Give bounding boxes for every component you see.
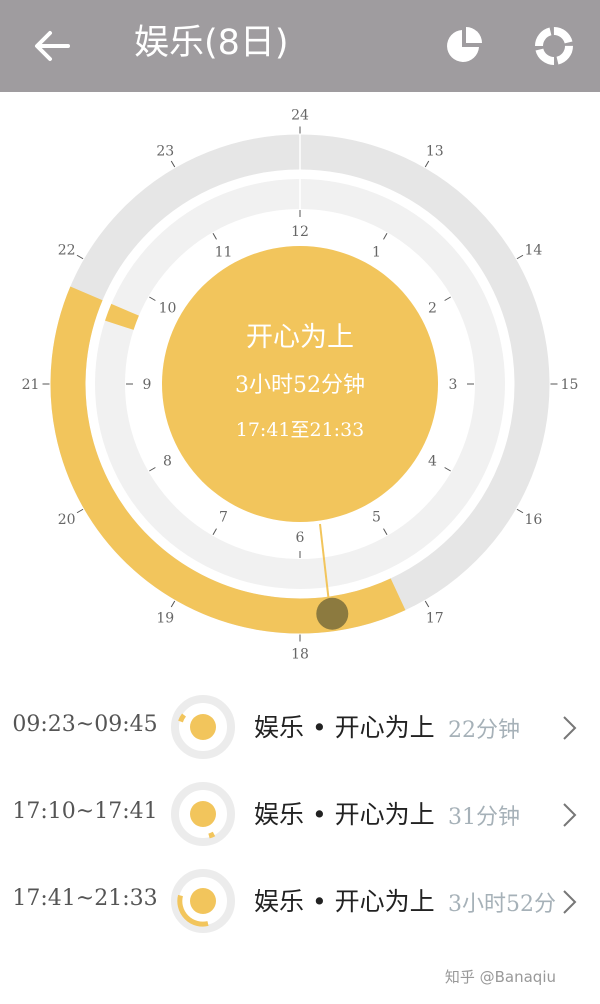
inner-tick [444,467,451,472]
chevron-right-icon [563,716,577,740]
session-row[interactable]: 17:10~17:41 娱乐 • 开心为上 31分钟 [0,773,600,860]
inner-tick [149,296,156,301]
session-label: 娱乐 • 开心为上 [254,887,435,916]
outer-hour-label: 22 [58,242,76,258]
outer-hour-label: 13 [426,144,444,160]
inner-hour-label: 5 [372,510,381,526]
outer-hour-label: 15 [561,377,579,393]
session-label: 娱乐 • 开心为上 [254,713,435,742]
outer-hour-label: 21 [22,377,40,393]
back-button[interactable] [22,16,82,76]
ring-chart-icon [535,27,573,65]
session-ring-icon [171,782,235,846]
inner-tick [383,233,388,240]
outer-hour-label: 19 [156,610,174,626]
outer-tick [170,160,176,168]
outer-tick [516,254,524,260]
inner-hour-label: 4 [428,454,437,470]
outer-tick [76,508,84,514]
session-ring-icon [171,869,235,933]
inner-tick [383,528,388,535]
session-row[interactable]: 17:41~21:33 娱乐 • 开心为上 3小时52分 [0,860,600,947]
outer-tick [170,600,176,608]
header-bar: 娱乐(8日) [0,0,600,92]
inner-tick [444,296,451,301]
session-time: 17:10~17:41 [12,799,158,824]
outer-tick [424,600,430,608]
session-label: 娱乐 • 开心为上 [254,800,435,829]
center-activity-name: 开心为上 [246,322,354,353]
inner-hour-label: 11 [215,244,233,260]
session-row[interactable]: 09:23~09:45 娱乐 • 开心为上 22分钟 [0,686,600,773]
outer-tick [516,508,524,514]
inner-hour-label: 3 [449,377,458,393]
pie-chart-button[interactable] [434,16,494,76]
page-title: 娱乐(8日) [134,23,289,63]
chevron-right-icon [563,803,577,827]
morning-session-arc [105,303,139,331]
outer-hour-label: 18 [291,647,309,663]
outer-hour-label: 17 [426,610,444,626]
outer-hour-label: 14 [524,242,542,258]
outer-tick [76,254,84,260]
session-time: 09:23~09:45 [12,712,158,737]
session-duration: 22分钟 [448,718,520,743]
inner-hour-label: 1 [372,244,381,260]
session-duration: 31分钟 [448,805,520,830]
inner-hour-label: 12 [291,224,309,240]
center-duration: 3小时52分钟 [235,373,365,398]
pie-chart-icon [447,27,482,62]
session-duration: 3小时52分 [448,892,556,917]
watermark: 知乎 @Banaqiu [444,968,556,986]
outer-hour-label: 16 [524,512,542,528]
session-list: 09:23~09:45 娱乐 • 开心为上 22分钟 17:10~17:41 娱… [0,686,600,947]
arrow-left-icon [35,31,70,61]
chevron-right-icon [563,890,577,914]
ring-chart-button[interactable] [524,16,584,76]
session-ring-icon [171,695,235,759]
outer-hour-label: 24 [291,108,309,124]
inner-hour-label: 6 [296,530,305,546]
inner-hour-label: 9 [143,377,152,393]
outer-tick [424,160,430,168]
outer-hour-label: 20 [58,512,76,528]
outer-hour-label: 23 [156,144,174,160]
current-time-marker [316,597,349,630]
inner-hour-label: 8 [163,454,172,470]
inner-hour-label: 7 [219,510,228,526]
session-time: 17:41~21:33 [12,886,158,911]
center-time-range: 17:41至21:33 [235,419,365,441]
inner-tick [212,233,217,240]
inner-tick [149,467,156,472]
inner-tick [212,528,217,535]
